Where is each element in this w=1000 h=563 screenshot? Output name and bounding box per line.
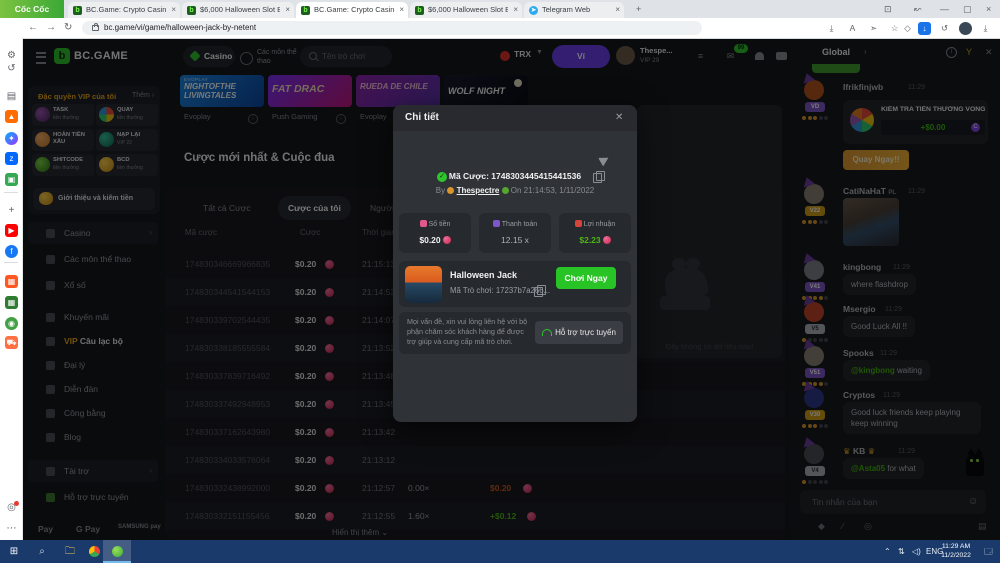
- bcgame-favicon: b: [73, 6, 82, 15]
- minimize-button[interactable]: —: [940, 3, 949, 15]
- profile-avatar[interactable]: [959, 22, 972, 35]
- bet-datetime: 21:14:53, 1/11/2022: [524, 186, 595, 195]
- wallet-icon: [493, 220, 500, 227]
- tab-title: Telegram Web: [542, 2, 610, 18]
- tab-5-telegram[interactable]: ➤ Telegram Web ×: [524, 2, 624, 18]
- cart-icon[interactable]: ⛟: [5, 336, 18, 349]
- profit-icon: [575, 220, 582, 227]
- medal-icon: [447, 187, 454, 194]
- bcgame-favicon: b: [301, 6, 310, 15]
- share-icon[interactable]: ➣: [868, 23, 879, 34]
- headset-icon: [542, 329, 552, 336]
- taskbar-search-icon[interactable]: ⌕: [28, 540, 56, 563]
- games-icon[interactable]: ▣: [5, 173, 18, 186]
- stat-payout: Thanh toán 12.15 x: [479, 213, 551, 253]
- tab-title: $6,000 Halloween Slot Battl: [428, 2, 508, 18]
- history-icon[interactable]: ↺: [5, 62, 18, 75]
- clock-date: 11/2/2022: [932, 552, 980, 561]
- shield-icon[interactable]: ◇: [902, 23, 913, 34]
- bookmark-star-icon[interactable]: ☆: [889, 23, 900, 34]
- network-icon[interactable]: ⇅: [898, 540, 905, 563]
- youtube-icon[interactable]: ▶: [5, 224, 18, 237]
- support-text: Mọi vấn đề, xin vui lòng liên hệ với bộ …: [407, 317, 529, 347]
- tab-search-icon[interactable]: ⊡: [884, 3, 892, 15]
- windows-taskbar: [0, 540, 1000, 563]
- tab-title: $6,000 Halloween Slot Battl: [200, 2, 280, 18]
- tab-4[interactable]: b $6,000 Halloween Slot Battl ×: [410, 2, 522, 18]
- verified-check-icon: ✓: [437, 172, 447, 182]
- messenger-icon[interactable]: ✦: [5, 132, 18, 145]
- modal-title: Chi tiết: [405, 105, 439, 131]
- modal-close-icon[interactable]: ✕: [615, 105, 623, 131]
- shop-green-icon[interactable]: ▦: [5, 296, 18, 309]
- more-options-icon[interactable]: ⋯: [5, 522, 18, 535]
- save-page-icon[interactable]: ⤓: [826, 23, 837, 34]
- forward-button[interactable]: →: [46, 22, 56, 34]
- copy-icon[interactable]: [534, 287, 543, 297]
- tab-close-icon[interactable]: ×: [615, 2, 620, 18]
- facebook-icon[interactable]: f: [5, 245, 18, 258]
- bcgame-favicon: b: [187, 6, 196, 15]
- tab-1[interactable]: b BC.Game: Crypto Casino Ga ×: [68, 2, 180, 18]
- close-button[interactable]: ×: [986, 3, 991, 15]
- tab-close-icon[interactable]: ×: [399, 2, 404, 18]
- game-name: Halloween Jack: [450, 270, 517, 280]
- reading-list-icon[interactable]: ▤: [5, 90, 18, 103]
- screen: Cốc Cốc b BC.Game: Crypto Casino Ga × b …: [0, 0, 1000, 563]
- url-text[interactable]: bc.game/vi/game/halloween-jack-by-netent: [104, 21, 256, 35]
- tray-expand-icon[interactable]: ⌃: [884, 540, 891, 563]
- notification-dot: [14, 501, 19, 506]
- telegram-favicon: ➤: [529, 6, 538, 15]
- history-back-icon[interactable]: ↜: [914, 3, 922, 15]
- translate-icon[interactable]: A: [847, 23, 858, 34]
- volume-icon[interactable]: ◁): [912, 540, 921, 563]
- taskbar-clock[interactable]: 11:29 AM 11/2/2022: [932, 543, 980, 560]
- new-tab-button[interactable]: +: [636, 3, 641, 15]
- lock-icon: [92, 25, 99, 31]
- sidebar-divider: [4, 262, 18, 263]
- tab-close-icon[interactable]: ×: [285, 2, 290, 18]
- live-support-button[interactable]: Hỗ trợ trực tuyến: [535, 321, 623, 344]
- sync-icon[interactable]: ↺: [939, 23, 950, 34]
- game-thumbnail[interactable]: [405, 266, 442, 303]
- bet-author-line: By Thespectre On 21:14:53, 1/11/2022: [393, 186, 637, 195]
- sidebar-divider: [4, 192, 18, 193]
- start-button[interactable]: ⊞: [0, 540, 28, 563]
- copy-icon[interactable]: [593, 173, 602, 183]
- zalo-icon[interactable]: z: [5, 152, 18, 165]
- piggy-icon: [420, 220, 427, 227]
- token-icon: [603, 236, 611, 244]
- tab-3-active[interactable]: b BC.Game: Crypto Casino Ga ×: [296, 2, 408, 18]
- token-icon: [443, 236, 451, 244]
- reload-button[interactable]: ↻: [64, 22, 72, 34]
- play-now-button[interactable]: Chơi Ngay: [556, 267, 616, 289]
- tab-title: BC.Game: Crypto Casino Ga: [314, 2, 394, 18]
- shop-round-icon[interactable]: ◉: [5, 317, 18, 330]
- tab-2[interactable]: b $6,000 Halloween Slot Battl ×: [182, 2, 294, 18]
- tab-title: BC.Game: Crypto Casino Ga: [86, 2, 166, 18]
- stat-amount: Số tiền $0.20: [399, 213, 471, 253]
- player-name[interactable]: Thespectre: [457, 186, 500, 195]
- browser-tabstrip: Cốc Cốc b BC.Game: Crypto Casino Ga × b …: [0, 0, 1000, 18]
- frog-icon: [502, 187, 509, 194]
- clock-time: 11:29 AM: [932, 543, 980, 552]
- maximize-button[interactable]: ▢: [963, 3, 972, 15]
- coccoc-logo: Cốc Cốc: [0, 0, 64, 18]
- tab-close-icon[interactable]: ×: [171, 2, 176, 18]
- add-shortcut-icon[interactable]: +: [5, 204, 18, 217]
- coccoc-icon[interactable]: [103, 540, 131, 563]
- settings-gear-icon[interactable]: ⚙: [5, 49, 18, 62]
- hot-trends-icon[interactable]: ▲: [5, 110, 18, 123]
- back-button[interactable]: ←: [28, 22, 38, 34]
- download-button[interactable]: ↓: [918, 22, 931, 35]
- bcgame-favicon: b: [415, 6, 424, 15]
- shop-orange-icon[interactable]: ▦: [5, 275, 18, 288]
- action-center-icon[interactable]: 🗔: [984, 540, 993, 563]
- tab-close-icon[interactable]: ×: [513, 2, 518, 18]
- stat-profit: Lợi nhuận $2.23: [559, 213, 631, 253]
- downloads-tray-icon[interactable]: ⤓: [980, 23, 991, 34]
